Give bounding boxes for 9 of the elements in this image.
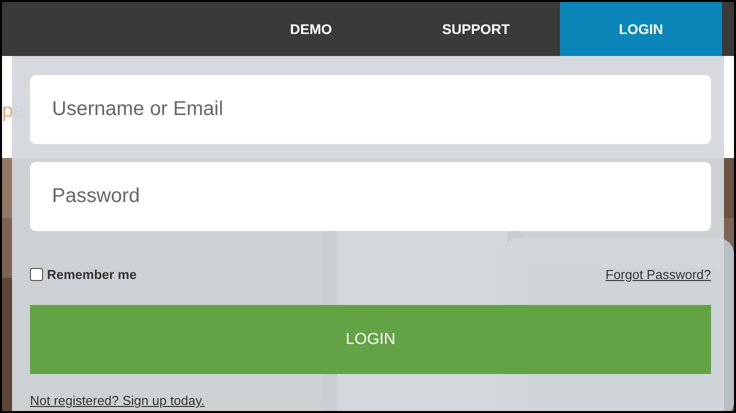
nav-tab[interactable]: LOGIN: [560, 2, 722, 56]
password-field[interactable]: Password: [30, 162, 711, 231]
nav-tab[interactable]: DEMO: [230, 2, 392, 56]
remember-label: Remember me: [47, 266, 137, 282]
username-field[interactable]: Username or Email: [30, 75, 711, 144]
signup-link[interactable]: Not registered? Sign up today.: [30, 393, 205, 408]
remember-checkbox[interactable]: [30, 268, 43, 280]
forgot-password-link[interactable]: Forgot Password?: [606, 266, 711, 282]
nav-tab[interactable]: SUPPORT: [395, 2, 557, 56]
